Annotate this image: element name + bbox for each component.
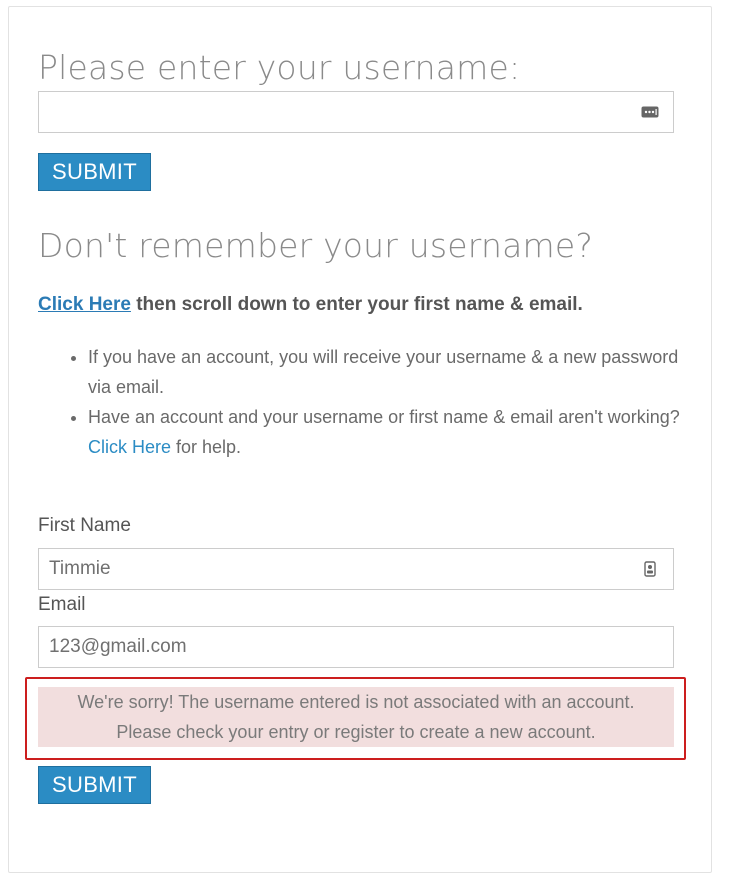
email-field[interactable]: 123@gmail.com [38,626,674,668]
password-manager-icon[interactable] [641,104,659,120]
bullet-text: Have an account and your username or fir… [88,407,680,427]
forgot-instructions-text: then scroll down to enter your first nam… [130,294,583,315]
bullet-text-end: for help. [171,437,242,457]
email-value: 123@gmail.com [49,636,187,657]
forgot-instructions: Click Here then scroll down to enter you… [38,294,583,316]
contact-card-icon[interactable] [641,561,659,577]
forgot-username-heading: Don't remember your username? [38,226,594,265]
first-name-field[interactable]: Timmie [38,548,674,590]
list-item: Have an account and your username or fir… [88,402,698,462]
help-click-here-link[interactable]: Click Here [88,437,171,457]
help-bullet-list: If you have an account, you will receive… [60,342,698,462]
username-heading: Please enter your username: [38,48,521,87]
email-label: Email [38,594,86,615]
form-submit-button[interactable]: SUBMIT [38,766,151,804]
first-name-value: Timmie [49,558,111,579]
username-submit-button[interactable]: SUBMIT [38,153,151,191]
first-name-label: First Name [38,515,131,536]
bullet-text: If you have an account, you will receive… [88,347,679,397]
error-line-1: We're sorry! The username entered is not… [77,692,635,712]
username-input[interactable] [38,91,674,133]
list-item: If you have an account, you will receive… [88,342,698,402]
error-message: We're sorry! The username entered is not… [38,687,674,747]
click-here-link[interactable]: Click Here [38,294,131,315]
error-line-2: Please check your entry or register to c… [116,722,596,742]
